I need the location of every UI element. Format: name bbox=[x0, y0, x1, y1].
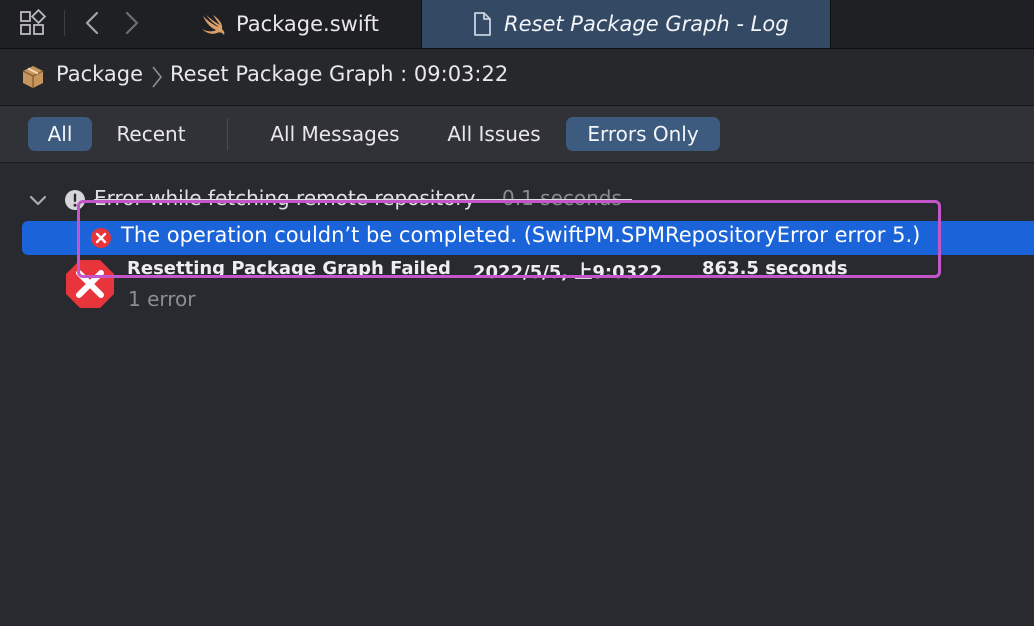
tab-label: Reset Package Graph - Log bbox=[504, 12, 789, 36]
summary-date: 2022/5/5, 上9:0322 bbox=[473, 262, 663, 283]
log-parent-duration: 0.1 seconds bbox=[502, 186, 622, 210]
strikethrough-line bbox=[94, 199, 632, 201]
filter-recent-button[interactable]: Recent bbox=[104, 117, 198, 151]
back-chevron-icon[interactable] bbox=[78, 8, 108, 38]
package-icon bbox=[22, 66, 44, 88]
breadcrumb-item-package[interactable]: Package bbox=[56, 62, 143, 86]
tab-bar-divider bbox=[64, 10, 65, 36]
log-parent-title[interactable]: Error while fetching remote repository bbox=[94, 186, 476, 210]
related-items-grid-icon[interactable] bbox=[18, 8, 48, 38]
notice-exclamation-icon bbox=[65, 190, 85, 210]
summary-title[interactable]: Resetting Package Graph Failed bbox=[127, 258, 451, 279]
tab-label: Package.swift bbox=[236, 12, 379, 36]
swift-icon bbox=[202, 15, 225, 35]
document-icon bbox=[474, 12, 491, 36]
filter-all-issues-button[interactable]: All Issues bbox=[434, 117, 554, 151]
filter-all-button[interactable]: All bbox=[28, 117, 92, 151]
summary-error-count: 1 error bbox=[128, 287, 196, 311]
filter-all-messages-button[interactable]: All Messages bbox=[256, 117, 414, 151]
filter-errors-only-button[interactable]: Errors Only bbox=[566, 117, 720, 151]
tab-bar-empty-area bbox=[830, 0, 1034, 48]
filter-divider bbox=[227, 118, 228, 150]
summary-duration: 863.5 seconds bbox=[702, 258, 848, 279]
disclosure-chevron-down-icon[interactable] bbox=[28, 190, 48, 210]
tab-reset-package-graph-log[interactable]: Reset Package Graph - Log bbox=[422, 0, 830, 48]
error-message[interactable]: The operation couldn’t be completed. (Sw… bbox=[121, 223, 920, 247]
breadcrumb-chevron-icon bbox=[152, 66, 163, 88]
breadcrumb-item-current[interactable]: Reset Package Graph : 09:03:22 bbox=[170, 62, 508, 86]
error-x-circle-icon bbox=[91, 228, 111, 248]
forward-chevron-icon[interactable] bbox=[116, 8, 146, 38]
tab-package-swift[interactable]: Package.swift bbox=[190, 0, 422, 48]
error-octagon-icon bbox=[66, 260, 114, 308]
